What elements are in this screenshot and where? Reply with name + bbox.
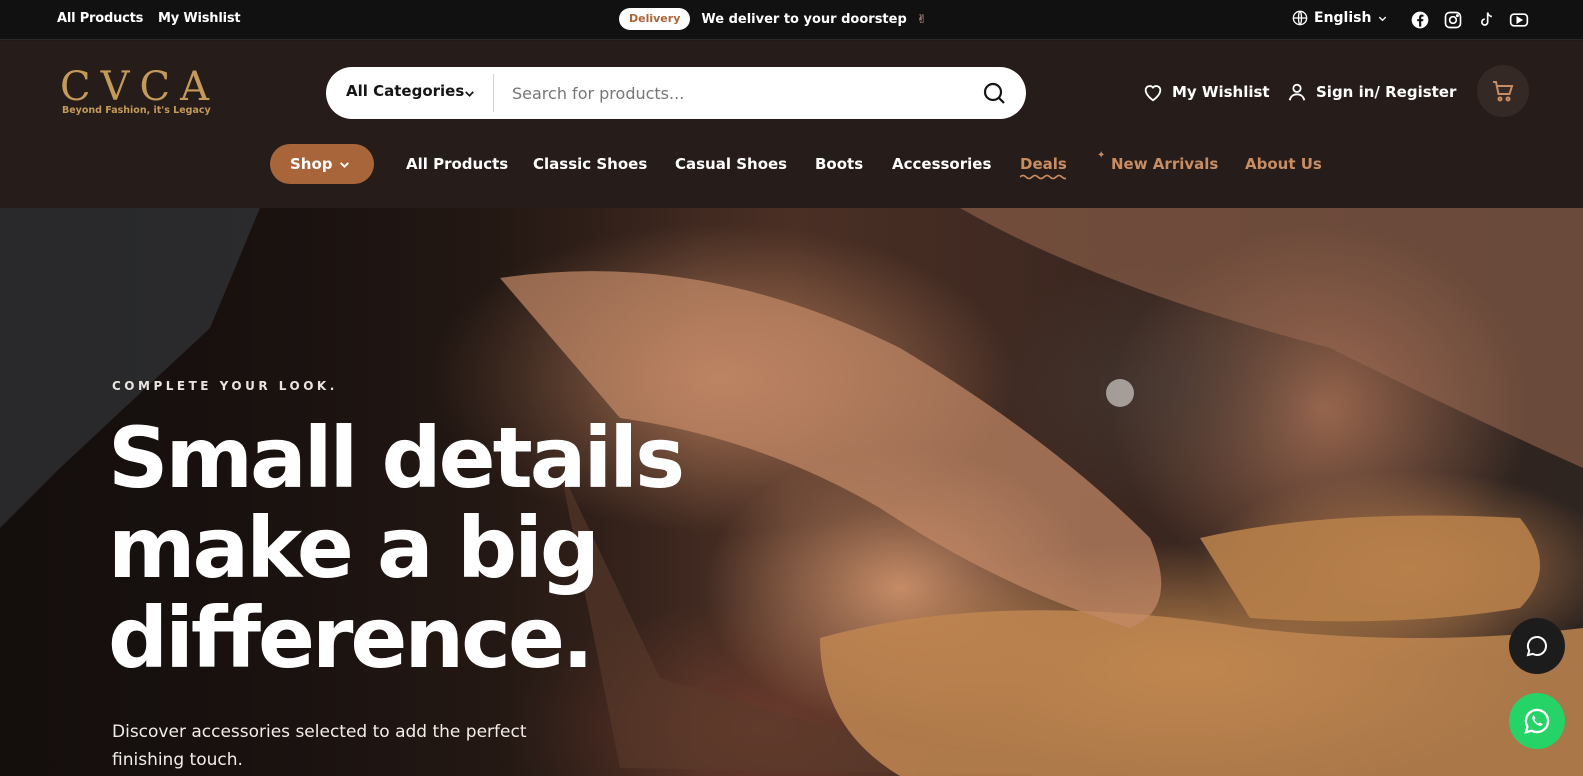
chevron-down-icon <box>340 162 349 169</box>
chat-button[interactable] <box>1509 618 1565 674</box>
search-bar: All Categories <box>326 67 1026 119</box>
nav-item-classic-shoes[interactable]: Classic Shoes <box>533 155 647 173</box>
chevron-down-icon <box>1379 16 1387 21</box>
main-nav: Shop All Products Classic Shoes Casual S… <box>270 144 1370 184</box>
chat-bubble-icon <box>1526 635 1547 657</box>
heart-icon <box>1144 85 1162 102</box>
top-bar: All Products My Wishlist Delivery We del… <box>0 0 1583 40</box>
shop-menu-button[interactable]: Shop <box>270 144 374 184</box>
cart-button[interactable] <box>1477 65 1529 117</box>
signin-label: Sign in/ Register <box>1316 83 1457 101</box>
nav-item-accessories[interactable]: Accessories <box>892 155 991 173</box>
search-divider <box>493 74 494 112</box>
hero-headline-line-2: make a big <box>108 499 600 597</box>
logo-wordmark: CVCA <box>60 64 219 110</box>
chevron-down-icon <box>465 91 474 97</box>
wishlist-label: My Wishlist <box>1172 83 1270 101</box>
language-label: English <box>1314 10 1372 26</box>
deals-underline-wave <box>1020 174 1066 180</box>
delivery-badge: Delivery <box>619 8 691 30</box>
whatsapp-button[interactable] <box>1509 693 1565 749</box>
language-selector[interactable]: English <box>1292 10 1388 26</box>
youtube-icon[interactable] <box>1509 10 1529 30</box>
delivery-message: We deliver to your doorstep <box>701 11 907 27</box>
hero-headline-line-3: difference. <box>108 589 594 687</box>
whatsapp-icon <box>1524 708 1550 734</box>
globe-icon <box>1292 10 1308 26</box>
search-input[interactable] <box>512 77 962 109</box>
nav-item-casual-shoes[interactable]: Casual Shoes <box>675 155 787 173</box>
victory-hand-emoji: ✌ <box>916 12 927 26</box>
search-icon[interactable] <box>982 81 1006 105</box>
nav-item-boots[interactable]: Boots <box>815 155 863 173</box>
hero-headline: Small details make a big difference. <box>108 413 728 683</box>
nav-item-all-products[interactable]: All Products <box>406 155 508 173</box>
nav-item-new-arrivals[interactable]: New Arrivals <box>1111 155 1218 173</box>
instagram-icon[interactable] <box>1443 10 1463 30</box>
hero-subtext: Discover accessories selected to add the… <box>112 722 527 770</box>
user-icon <box>1288 83 1306 101</box>
main-header: CVCA Beyond Fashion, it's Legacy All Cat… <box>0 41 1583 208</box>
delivery-promo: Delivery We deliver to your doorstep ✌ <box>619 8 927 30</box>
cart-icon <box>1493 81 1514 102</box>
category-dropdown[interactable]: All Categories <box>346 82 464 100</box>
hero-banner: COMPLETE YOUR LOOK. Small details make a… <box>0 208 1583 776</box>
facebook-icon[interactable] <box>1410 10 1430 30</box>
topbar-wishlist-link[interactable]: My Wishlist <box>158 11 241 26</box>
hero-eyebrow: COMPLETE YOUR LOOK. <box>112 379 338 393</box>
nav-item-deals[interactable]: Deals <box>1020 155 1067 173</box>
topbar-all-products-link[interactable]: All Products <box>57 11 143 26</box>
tiktok-icon[interactable] <box>1476 10 1496 30</box>
brand-logo[interactable]: CVCA Beyond Fashion, it's Legacy <box>60 65 211 125</box>
sparkle-icon: ✦ <box>1097 150 1106 161</box>
hero-headline-line-1: Small details <box>108 409 685 507</box>
signin-register-link[interactable]: Sign in/ Register <box>1286 81 1456 103</box>
header-wishlist-link[interactable]: My Wishlist <box>1142 81 1270 103</box>
logo-tagline: Beyond Fashion, it's Legacy <box>62 105 211 116</box>
shop-label: Shop <box>290 155 333 173</box>
nav-item-about-us[interactable]: About Us <box>1245 155 1322 173</box>
